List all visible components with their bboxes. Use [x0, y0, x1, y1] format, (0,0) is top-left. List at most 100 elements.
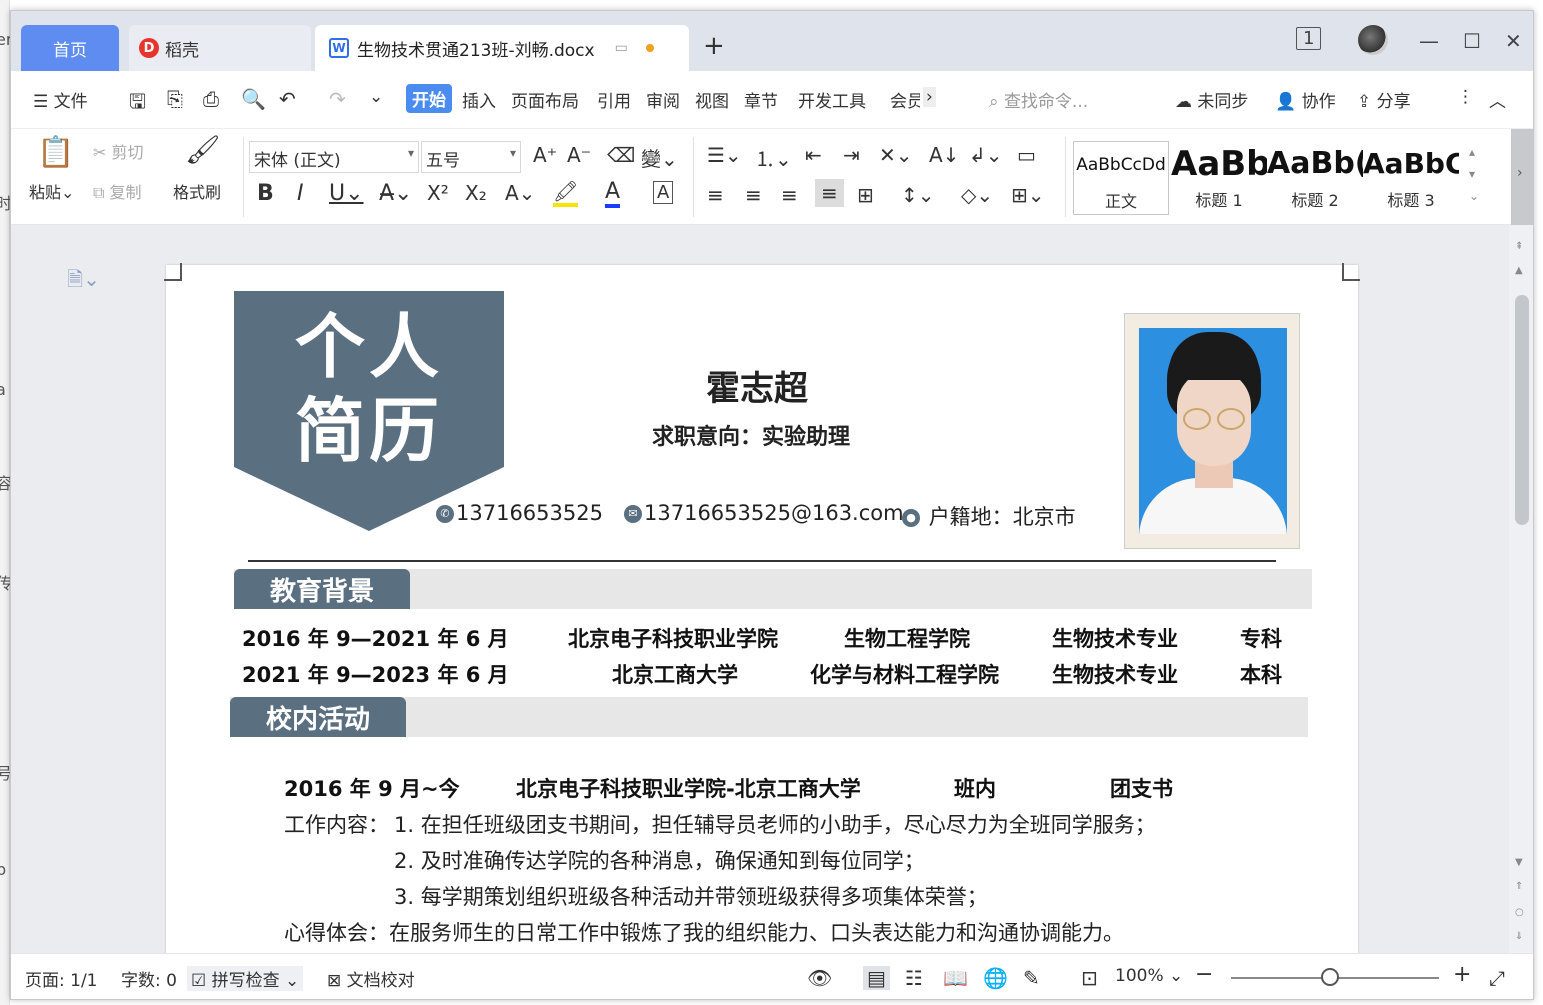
- sync-button[interactable]: ☁ 未同步: [1175, 87, 1248, 112]
- align-center-icon[interactable]: ≡: [745, 183, 762, 207]
- reading-view-icon[interactable]: 📖: [943, 966, 968, 990]
- paste-button[interactable]: 粘贴⌄: [29, 179, 74, 203]
- ribbon-scroll[interactable]: ›: [1511, 129, 1533, 225]
- text-effect-icon[interactable]: A⌄: [505, 181, 535, 205]
- menu-start[interactable]: 开始: [406, 84, 452, 113]
- style-scroll-icon[interactable]: ▴ ▾ ⌄: [1469, 141, 1479, 207]
- font-size-select[interactable]: 五号 ▾: [421, 141, 521, 173]
- spell-check-button[interactable]: ☑ 拼写检查 ⌄: [187, 966, 304, 991]
- menu-insert[interactable]: 插入: [462, 87, 496, 112]
- italic-icon[interactable]: I: [297, 181, 304, 206]
- fullscreen-icon[interactable]: ⤢: [1489, 966, 1505, 990]
- style-normal[interactable]: AaBbCcDd 正文: [1073, 141, 1169, 215]
- underline-icon[interactable]: U⌄: [329, 181, 364, 206]
- borders-icon[interactable]: ⊞⌄: [1011, 183, 1045, 207]
- phonetic-icon[interactable]: 變⌄: [641, 143, 678, 172]
- subscript-icon[interactable]: X₂: [465, 181, 487, 205]
- vertical-scrollbar[interactable]: ⇞ ▲ ▼ ⇑ ○ ⇓: [1509, 225, 1533, 953]
- tab-document[interactable]: W 生物技术贯通213班-刘畅.docx ▭: [315, 25, 689, 71]
- avatar[interactable]: [1358, 25, 1388, 55]
- tab-home[interactable]: 首页: [21, 25, 119, 71]
- justify-icon[interactable]: ≡: [815, 179, 844, 207]
- eye-protect-icon[interactable]: 👁: [807, 966, 832, 990]
- menu-member[interactable]: 会员: [890, 87, 920, 112]
- align-left-icon[interactable]: ≡: [707, 183, 724, 207]
- ribbon-next-icon[interactable]: ›: [1517, 165, 1523, 181]
- style-heading3[interactable]: AaBbC 标题 3: [1363, 141, 1459, 215]
- tab-daoke[interactable]: D 稻壳: [129, 25, 311, 71]
- ruler-icon[interactable]: ▭: [1017, 143, 1036, 167]
- font-name-select[interactable]: 宋体 (正文) ▾: [249, 141, 419, 173]
- char-border-icon[interactable]: A: [653, 181, 674, 204]
- layout-icon[interactable]: 1: [1296, 27, 1322, 50]
- style-heading2[interactable]: AaBb( 标题 2: [1267, 141, 1363, 215]
- outline-view-icon[interactable]: ☷: [905, 966, 923, 990]
- navigation-doc-icon[interactable]: 🗎⌄: [67, 265, 100, 299]
- format-painter-button[interactable]: 格式刷: [173, 179, 221, 203]
- undo-icon[interactable]: ↶: [279, 87, 296, 111]
- menu-view[interactable]: 视图: [695, 87, 729, 112]
- copy-button[interactable]: ⧉ 复制: [93, 179, 142, 203]
- save-icon[interactable]: 🖫: [129, 87, 146, 121]
- menu-chapter[interactable]: 章节: [744, 87, 778, 112]
- distribute-icon[interactable]: ⊞: [857, 183, 874, 207]
- minimize-icon[interactable]: —: [1419, 29, 1439, 53]
- proofread-button[interactable]: ⊠ 文档校对: [327, 966, 415, 991]
- menu-developer[interactable]: 开发工具: [798, 87, 866, 112]
- align-right-icon[interactable]: ≡: [781, 183, 798, 207]
- close-icon[interactable]: ✕: [1505, 29, 1522, 53]
- menu-more-icon[interactable]: ›: [923, 87, 936, 107]
- share-button[interactable]: ⇪ 分享: [1357, 87, 1411, 112]
- menu-page-layout[interactable]: 页面布局: [511, 87, 579, 112]
- redo-icon[interactable]: ↷: [329, 87, 346, 111]
- quick-access-dropdown-icon[interactable]: ⌄: [369, 87, 383, 107]
- document-page[interactable]: 个人 简历 霍志超 求职意向：实验助理 ✆ 13716653525 ✉ 137166…: [164, 263, 1360, 965]
- highlight-icon[interactable]: 🖍: [553, 179, 579, 207]
- increase-indent-icon[interactable]: ⇥: [843, 143, 860, 167]
- new-tab-icon[interactable]: +: [703, 31, 725, 61]
- menu-review[interactable]: 审阅: [646, 87, 680, 112]
- page-count[interactable]: 页面: 1/1: [25, 966, 98, 991]
- next-page-icon[interactable]: ⇓: [1515, 931, 1523, 942]
- zoom-slider-knob[interactable]: [1321, 968, 1339, 986]
- scrollbar-thumb[interactable]: [1515, 295, 1529, 525]
- menu-file[interactable]: ☰ 文件: [33, 87, 88, 112]
- print-preview-icon[interactable]: 🔍: [241, 87, 266, 111]
- search-command[interactable]: ⌕ 查找命令...: [989, 87, 1088, 112]
- show-marks-icon[interactable]: ↲⌄: [969, 143, 1003, 167]
- more-options-icon[interactable]: ⋮: [1457, 87, 1474, 107]
- menu-reference[interactable]: 引用: [597, 87, 631, 112]
- style-heading1[interactable]: AaBb 标题 1: [1171, 141, 1267, 215]
- line-spacing-icon[interactable]: ↕⌄: [901, 183, 935, 207]
- prev-page-icon[interactable]: ⇑: [1515, 881, 1523, 892]
- maximize-icon[interactable]: ☐: [1463, 29, 1481, 53]
- sort-icon[interactable]: A↓: [929, 143, 959, 167]
- select-browse-icon[interactable]: ○: [1515, 907, 1524, 918]
- clear-format-icon[interactable]: ⌫: [607, 143, 635, 167]
- collab-button[interactable]: 👤 协作: [1275, 87, 1336, 112]
- bold-icon[interactable]: B: [257, 181, 274, 206]
- zoom-select[interactable]: 100% ⌄: [1115, 966, 1183, 986]
- write-mode-icon[interactable]: ✎: [1023, 966, 1040, 990]
- collapse-ribbon-icon[interactable]: ︿: [1489, 87, 1506, 112]
- web-view-icon[interactable]: 🌐: [983, 966, 1008, 990]
- monitor-icon[interactable]: ▭: [615, 40, 628, 56]
- zoom-in-icon[interactable]: +: [1453, 962, 1471, 987]
- format-painter-icon[interactable]: 🖌: [185, 133, 221, 166]
- bullet-list-icon[interactable]: ☰⌄: [707, 143, 742, 167]
- fit-page-icon[interactable]: ⊡: [1081, 966, 1098, 990]
- superscript-icon[interactable]: X²: [427, 181, 449, 205]
- decrease-indent-icon[interactable]: ⇤: [805, 143, 822, 167]
- word-count[interactable]: 字数: 0: [121, 966, 177, 991]
- scroll-up-icon[interactable]: ▲: [1515, 265, 1523, 276]
- scroll-top-icon[interactable]: ⇞: [1515, 241, 1523, 252]
- export-pdf-icon[interactable]: ⎘: [167, 87, 183, 111]
- zoom-out-icon[interactable]: −: [1195, 962, 1213, 987]
- scroll-down-icon[interactable]: ▼: [1515, 857, 1523, 868]
- grow-font-icon[interactable]: A⁺: [533, 143, 557, 167]
- strikethrough-icon[interactable]: A̶⌄: [379, 181, 412, 206]
- font-color-icon[interactable]: A: [605, 179, 621, 208]
- numbered-list-icon[interactable]: ⒈⌄: [755, 143, 792, 172]
- paste-icon[interactable]: 📋: [37, 135, 74, 170]
- chinese-layout-icon[interactable]: ✕⌄: [879, 143, 913, 167]
